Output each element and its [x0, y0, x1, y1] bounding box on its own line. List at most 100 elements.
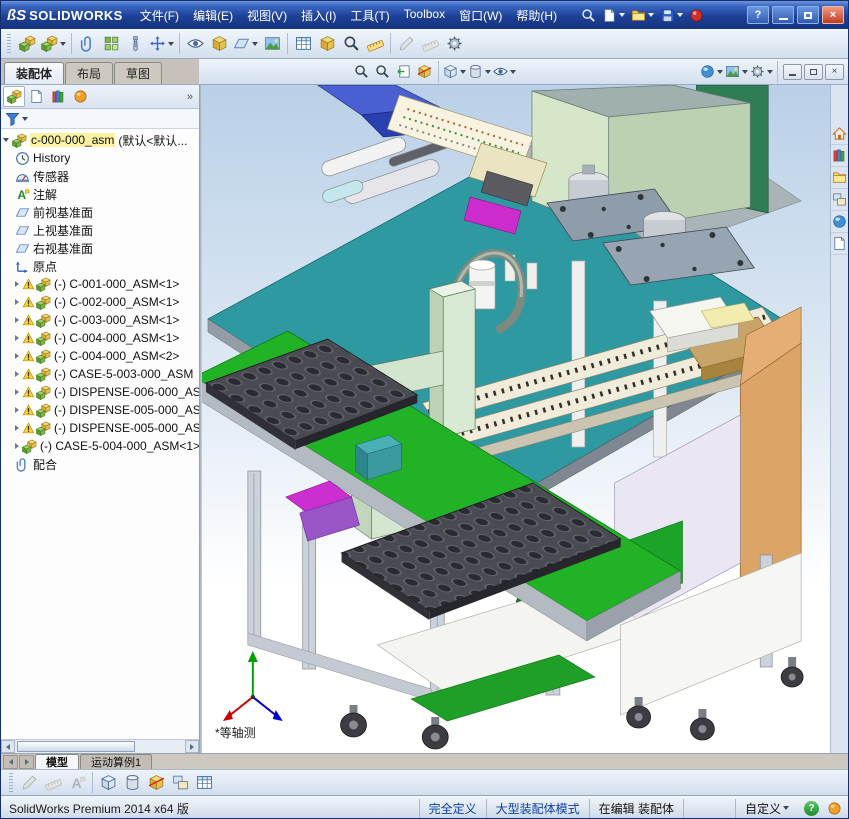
tab-sketch[interactable]: 草图	[114, 62, 163, 84]
smart-dimension-button[interactable]	[41, 771, 65, 795]
graphics-viewport[interactable]: *等轴测	[201, 85, 830, 753]
insert-components-button[interactable]	[39, 32, 68, 56]
new-motion-study-button[interactable]	[260, 32, 284, 56]
close-button[interactable]: ×	[822, 6, 844, 24]
scroll-right-button[interactable]	[185, 740, 199, 753]
search-button[interactable]	[578, 4, 599, 26]
collapse-arrow-icon[interactable]	[3, 138, 9, 142]
menu-view[interactable]: 视图(V)	[240, 1, 294, 30]
edit-component-button[interactable]	[15, 32, 39, 56]
scroll-left-button[interactable]	[1, 740, 15, 753]
dropdown-arrow-icon[interactable]	[60, 41, 66, 46]
expand-arrow-icon[interactable]	[15, 425, 19, 431]
move-component-button[interactable]	[147, 32, 176, 56]
document-restore-button[interactable]	[804, 63, 823, 80]
tab-assembly[interactable]: 装配体	[4, 62, 65, 84]
minimize-button[interactable]	[772, 6, 794, 24]
tab-scroll-left-button[interactable]	[3, 755, 18, 769]
view-palette-tab[interactable]	[831, 189, 848, 211]
show-hidden-components-button[interactable]	[183, 32, 207, 56]
tree-item-component[interactable]: (-) C-001-000_ASM<1>	[1, 275, 199, 293]
tab-propertymanager[interactable]	[25, 86, 47, 107]
dropdown-arrow-icon[interactable]	[677, 13, 684, 17]
menu-window[interactable]: 窗口(W)	[452, 1, 509, 30]
table-button[interactable]	[192, 771, 216, 795]
tree-item-mates[interactable]: 配合	[1, 455, 199, 473]
hide-show-items-button[interactable]	[492, 61, 517, 83]
unit-system-dropdown[interactable]: 自定义	[734, 798, 798, 818]
dropdown-arrow-icon[interactable]	[783, 806, 789, 810]
tree-item-origin[interactable]: 原点	[1, 257, 199, 275]
dropdown-arrow-icon[interactable]	[742, 69, 748, 74]
quick-tips-help-button[interactable]: ?	[804, 800, 819, 816]
menu-tools[interactable]: 工具(T)	[343, 1, 396, 30]
dropdown-arrow-icon[interactable]	[619, 13, 626, 17]
scrollbar-thumb[interactable]	[17, 741, 135, 752]
menu-help[interactable]: 帮助(H)	[509, 1, 564, 30]
tree-item-component[interactable]: (-) DISPENSE-006-000_AS	[1, 383, 199, 401]
tree-item-component[interactable]: (-) CASE-5-004-000_ASM<1>	[1, 437, 199, 455]
tree-item-history[interactable]: History	[1, 149, 199, 167]
exploded-view-button[interactable]	[315, 32, 339, 56]
edit-appearance-button[interactable]	[699, 61, 724, 83]
toolbar-grip[interactable]	[7, 33, 11, 54]
menu-edit[interactable]: 编辑(E)	[186, 1, 240, 30]
options-button[interactable]	[442, 32, 466, 56]
expand-arrow-icon[interactable]	[15, 407, 19, 413]
tree-item-right-plane[interactable]: 右视基准面	[1, 239, 199, 257]
dropdown-arrow-icon[interactable]	[485, 69, 491, 74]
tree-item-front-plane[interactable]: 前视基准面	[1, 203, 199, 221]
mate-button[interactable]	[75, 32, 99, 56]
toolbar-grip[interactable]	[9, 772, 13, 793]
sketch-button[interactable]	[17, 771, 41, 795]
save-button[interactable]	[657, 4, 686, 26]
solidworks-resources-tab[interactable]	[831, 123, 848, 145]
tab-featuremanager[interactable]	[3, 86, 25, 107]
view-orientation-button[interactable]	[442, 61, 467, 83]
tree-item-top-plane[interactable]: 上视基准面	[1, 221, 199, 239]
dropdown-arrow-icon[interactable]	[252, 41, 258, 46]
record-button[interactable]	[686, 4, 707, 26]
dropdown-arrow-icon[interactable]	[460, 69, 466, 74]
file-explorer-tab[interactable]	[831, 167, 848, 189]
view-selector-button[interactable]	[168, 771, 192, 795]
new-document-button[interactable]	[599, 4, 628, 26]
smart-dimension-button[interactable]	[418, 32, 442, 56]
tab-model[interactable]: 模型	[35, 754, 79, 769]
tree-item-component[interactable]: (-) CASE-5-003-000_ASM	[1, 365, 199, 383]
tree-horizontal-scrollbar[interactable]	[1, 739, 199, 753]
expand-arrow-icon[interactable]	[15, 281, 19, 287]
status-sphere-button[interactable]	[827, 801, 842, 816]
dropdown-arrow-icon[interactable]	[22, 116, 28, 121]
restore-button[interactable]	[797, 6, 819, 24]
expand-arrow-icon[interactable]	[15, 353, 19, 359]
apply-scene-button[interactable]	[724, 61, 749, 83]
reference-geometry-button[interactable]	[231, 32, 260, 56]
tree-item-annotations[interactable]: 注解	[1, 185, 199, 203]
open-button[interactable]	[628, 4, 657, 26]
assembly-features-button[interactable]	[207, 32, 231, 56]
dropdown-arrow-icon[interactable]	[168, 41, 174, 46]
tab-configurationmanager[interactable]	[47, 86, 69, 107]
expand-arrow-icon[interactable]	[15, 335, 19, 341]
document-minimize-button[interactable]	[783, 63, 802, 80]
tree-root-item[interactable]: c-000-000_asm (默认<默认...	[1, 131, 199, 149]
tab-motion-study[interactable]: 运动算例1	[80, 754, 153, 769]
smart-fasteners-button[interactable]	[123, 32, 147, 56]
expand-arrow-icon[interactable]	[15, 371, 19, 377]
tab-displaymanager[interactable]	[69, 86, 91, 107]
tree-item-component[interactable]: (-) C-004-000_ASM<1>	[1, 329, 199, 347]
interference-detection-button[interactable]	[339, 32, 363, 56]
help-button[interactable]: ?	[747, 6, 769, 24]
tree-item-sensors[interactable]: 传感器	[1, 167, 199, 185]
sketch-button[interactable]	[394, 32, 418, 56]
more-tabs-chevron[interactable]: »	[183, 91, 197, 103]
expand-arrow-icon[interactable]	[15, 389, 19, 395]
expand-arrow-icon[interactable]	[15, 443, 19, 449]
dropdown-arrow-icon[interactable]	[717, 69, 723, 74]
expand-arrow-icon[interactable]	[15, 299, 19, 305]
tree-item-component[interactable]: (-) DISPENSE-005-000_AS	[1, 419, 199, 437]
zoom-to-area-button[interactable]	[372, 61, 393, 83]
dropdown-arrow-icon[interactable]	[648, 13, 655, 17]
filter-funnel-icon[interactable]	[5, 111, 20, 126]
